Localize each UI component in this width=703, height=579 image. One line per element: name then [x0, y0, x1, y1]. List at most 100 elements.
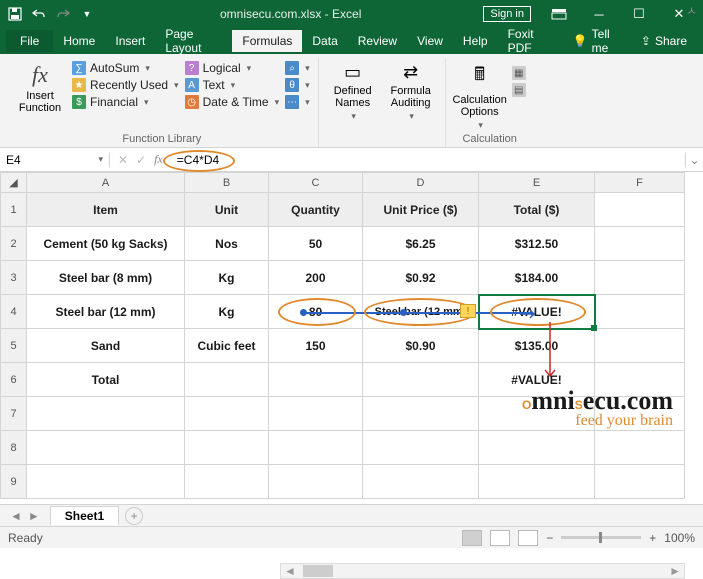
enter-formula-icon[interactable]: ✓ — [136, 153, 146, 167]
logical-button[interactable]: ?Logical▾ — [185, 61, 280, 75]
cell[interactable]: 150 — [269, 329, 363, 363]
date-time-button[interactable]: ◷Date & Time▾ — [185, 95, 280, 109]
col-header[interactable]: C — [269, 173, 363, 193]
cell[interactable]: 200 — [269, 261, 363, 295]
calculate-now-button[interactable]: ▦ — [512, 66, 526, 80]
spreadsheet-grid[interactable]: ◢ A B C D E F 1 Item Unit Quantity Unit … — [0, 172, 703, 504]
tab-data[interactable]: Data — [302, 30, 347, 52]
zoom-level[interactable]: 100% — [664, 531, 695, 545]
next-sheet-icon[interactable]: ► — [28, 509, 40, 523]
cell[interactable]: Steel bar (8 mm) — [27, 261, 185, 295]
page-break-view-button[interactable] — [518, 530, 538, 546]
table-header[interactable]: Unit — [185, 193, 269, 227]
table-header[interactable]: Item — [27, 193, 185, 227]
expand-formula-bar-icon[interactable]: ⌄ — [685, 153, 703, 167]
cell[interactable]: $135.00 — [479, 329, 595, 363]
row-header[interactable]: 2 — [1, 227, 27, 261]
cell[interactable]: 50 — [269, 227, 363, 261]
cell[interactable]: $6.25 — [363, 227, 479, 261]
qat-dropdown-icon[interactable]: ▼ — [76, 3, 98, 25]
prev-sheet-icon[interactable]: ◄ — [10, 509, 22, 523]
cell[interactable]: $184.00 — [479, 261, 595, 295]
status-text: Ready — [8, 531, 43, 545]
row-header[interactable]: 9 — [1, 465, 27, 499]
row-header[interactable]: 8 — [1, 431, 27, 465]
cell[interactable]: Steel bar (12 mm) — [363, 295, 479, 329]
tell-me[interactable]: 💡Tell me — [563, 23, 631, 59]
col-header[interactable]: E — [479, 173, 595, 193]
lookup-button[interactable]: ⌕▾ — [285, 61, 310, 75]
select-all-cell[interactable]: ◢ — [1, 173, 27, 193]
redo-icon[interactable] — [52, 3, 74, 25]
row-header[interactable]: 4 — [1, 295, 27, 329]
calculate-sheet-button[interactable]: ▤ — [512, 83, 526, 97]
col-header[interactable]: B — [185, 173, 269, 193]
sheet-tab[interactable]: Sheet1 — [50, 506, 119, 525]
formula-input[interactable]: =C4*D4 — [171, 153, 685, 167]
table-header[interactable]: Quantity — [269, 193, 363, 227]
formula-auditing-button[interactable]: ⇄Formula Auditing▾ — [385, 58, 437, 122]
row-header[interactable]: 7 — [1, 397, 27, 431]
zoom-in-button[interactable]: + — [649, 531, 656, 545]
tab-page-layout[interactable]: Page Layout — [155, 23, 232, 59]
cell[interactable]: Sand — [27, 329, 185, 363]
row-header[interactable]: 1 — [1, 193, 27, 227]
tab-review[interactable]: Review — [348, 30, 407, 52]
recently-used-button[interactable]: ★Recently Used▾ — [72, 78, 179, 92]
cell[interactable] — [185, 363, 269, 397]
tab-foxit[interactable]: Foxit PDF — [498, 23, 563, 59]
cell[interactable]: Kg — [185, 261, 269, 295]
cell[interactable] — [363, 363, 479, 397]
math-button[interactable]: θ▾ — [285, 78, 310, 92]
undo-icon[interactable] — [28, 3, 50, 25]
defined-names-button[interactable]: ▭Defined Names▾ — [327, 58, 379, 122]
calculation-options-button[interactable]: 🖩Calculation Options▾ — [454, 58, 506, 131]
page-layout-view-button[interactable] — [490, 530, 510, 546]
cell[interactable]: Nos — [185, 227, 269, 261]
horizontal-scrollbar[interactable]: ◄► — [280, 563, 685, 579]
row-header[interactable]: 3 — [1, 261, 27, 295]
cell[interactable]: $0.92 — [363, 261, 479, 295]
cell[interactable]: $0.90 — [363, 329, 479, 363]
zoom-out-button[interactable]: − — [546, 531, 553, 545]
tab-home[interactable]: Home — [53, 30, 105, 52]
normal-view-button[interactable] — [462, 530, 482, 546]
add-sheet-button[interactable]: + — [125, 507, 143, 525]
cancel-formula-icon[interactable]: ✕ — [118, 153, 128, 167]
tab-view[interactable]: View — [407, 30, 453, 52]
text-button[interactable]: AText▾ — [185, 78, 280, 92]
col-header[interactable]: A — [27, 173, 185, 193]
financial-button[interactable]: $Financial▾ — [72, 95, 179, 109]
table-header[interactable]: Unit Price ($) — [363, 193, 479, 227]
more-functions-button[interactable]: ⋯▾ — [285, 95, 310, 109]
cell[interactable]: Kg — [185, 295, 269, 329]
sign-in-button[interactable]: Sign in — [483, 6, 531, 22]
name-box[interactable]: E4▾ — [0, 153, 110, 167]
col-header[interactable]: F — [595, 173, 685, 193]
tab-formulas[interactable]: Formulas — [232, 30, 302, 52]
tab-insert[interactable]: Insert — [105, 30, 155, 52]
table-header[interactable]: Total ($) — [479, 193, 595, 227]
fx-icon: fx — [32, 62, 48, 88]
autosum-button[interactable]: ∑AutoSum▾ — [72, 61, 179, 75]
cell[interactable] — [269, 363, 363, 397]
fx-icon[interactable]: fx — [154, 152, 163, 167]
cell-selected[interactable]: #VALUE! — [479, 295, 595, 329]
col-header[interactable]: D — [363, 173, 479, 193]
cell[interactable]: Total — [27, 363, 185, 397]
cell[interactable]: Cubic feet — [185, 329, 269, 363]
zoom-slider[interactable] — [561, 536, 641, 539]
cell[interactable]: $312.50 — [479, 227, 595, 261]
cell[interactable]: 80 — [269, 295, 363, 329]
name-manager-icon: ▭ — [344, 62, 361, 83]
cell[interactable]: Cement (50 kg Sacks) — [27, 227, 185, 261]
save-icon[interactable] — [4, 3, 26, 25]
tab-file[interactable]: File — [6, 30, 53, 52]
insert-function-button[interactable]: fx Insert Function — [14, 58, 66, 114]
cell[interactable]: Steel bar (12 mm) — [27, 295, 185, 329]
share-button[interactable]: ⇪Share — [631, 30, 697, 52]
row-header[interactable]: 5 — [1, 329, 27, 363]
tab-help[interactable]: Help — [453, 30, 498, 52]
row-header[interactable]: 6 — [1, 363, 27, 397]
collapse-ribbon-icon[interactable]: ㅅ — [686, 2, 697, 19]
